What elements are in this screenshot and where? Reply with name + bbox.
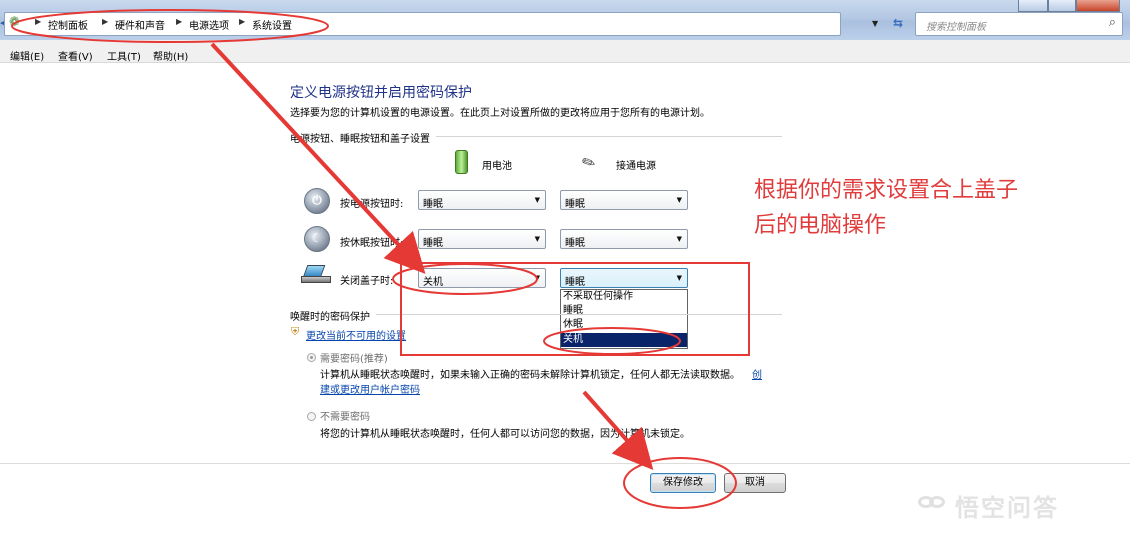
- breadcrumb-item[interactable]: 电源选项: [189, 17, 229, 32]
- select-value: 睡眠: [565, 277, 585, 288]
- cancel-button[interactable]: 取消: [724, 473, 786, 493]
- search-input[interactable]: 搜索控制面板 ⌕: [915, 12, 1123, 36]
- close-lid-dropdown-list: 不采取任何操作 睡眠 休眠 关机: [560, 289, 688, 349]
- select-value: 睡眠: [565, 238, 585, 249]
- select-value: 睡眠: [423, 238, 443, 249]
- select-value: 关机: [423, 277, 443, 288]
- power-button-battery-select[interactable]: 睡眠 ▼: [418, 190, 546, 210]
- power-button-plugged-select[interactable]: 睡眠 ▼: [560, 190, 688, 210]
- laptop-lid-icon: [301, 265, 331, 283]
- breadcrumb-item[interactable]: 硬件和声音: [115, 17, 165, 32]
- chevron-right-icon: ▶: [176, 17, 183, 26]
- footer-divider: [0, 463, 1130, 464]
- select-value: 睡眠: [423, 199, 443, 210]
- sleep-button-plugged-select[interactable]: 睡眠 ▼: [560, 229, 688, 249]
- search-placeholder: 搜索控制面板: [926, 22, 986, 33]
- refresh-icon[interactable]: ⇆: [893, 16, 903, 30]
- shield-icon: ⛨: [291, 325, 300, 338]
- dropdown-option-shutdown[interactable]: 关机: [561, 333, 687, 347]
- chevron-down-icon: ▼: [676, 196, 682, 204]
- dropdown-option-hibernate[interactable]: 休眠: [561, 318, 687, 332]
- chevron-right-icon: ▶: [102, 17, 109, 26]
- maximize-button[interactable]: [1048, 0, 1076, 12]
- require-password-label: 需要密码(推荐): [320, 354, 388, 365]
- search-icon[interactable]: ⌕: [1109, 15, 1116, 30]
- dropdown-option-do-nothing[interactable]: 不采取任何操作: [561, 290, 687, 304]
- change-settings-link[interactable]: 更改当前不可用的设置: [306, 327, 406, 342]
- row-label-sleep-button: 按休眠按钮时:: [340, 238, 404, 249]
- require-password-radio[interactable]: [307, 353, 316, 362]
- column-plugged-in: 接通电源: [616, 161, 656, 172]
- row-label-power-button: 按电源按钮时:: [340, 199, 404, 210]
- section-title-power: 电源按钮、睡眠按钮和盖子设置: [290, 130, 436, 145]
- chevron-down-icon: ▼: [676, 274, 682, 282]
- no-password-description: 将您的计算机从睡眠状态唤醒时，任何人都可以访问您的数据，因为计算机未锁定。: [320, 429, 690, 440]
- select-value: 睡眠: [565, 199, 585, 210]
- create-password-link-cont[interactable]: 建或更改用户帐户密码: [320, 381, 420, 396]
- chevron-right-icon: ▶: [239, 17, 246, 26]
- create-password-link[interactable]: 创: [752, 366, 762, 381]
- watermark-text: 悟空问答: [955, 494, 1059, 522]
- breadcrumb-item[interactable]: 系统设置: [252, 17, 292, 32]
- chevron-right-icon: ▶: [35, 17, 42, 26]
- annotation-text-line1: 根据你的需求设置合上盖子: [754, 178, 1019, 203]
- close-lid-plugged-select[interactable]: 睡眠 ▼: [560, 268, 688, 288]
- chevron-down-icon: ▼: [534, 196, 540, 204]
- address-bar[interactable]: ❁ ▶ 控制面板 ▶ 硬件和声音 ▶ 电源选项 ▶ 系统设置: [4, 12, 841, 36]
- close-lid-battery-select[interactable]: 关机 ▼: [418, 268, 546, 288]
- menu-bar: 编辑(E) 查看(V) 工具(T) 帮助(H): [0, 40, 1130, 63]
- no-password-label: 不需要密码: [320, 412, 370, 423]
- page-title: 定义电源按钮并启用密码保护: [290, 85, 472, 101]
- row-label-close-lid: 关闭盖子时:: [340, 276, 394, 287]
- chevron-down-icon: ▼: [534, 274, 540, 282]
- menu-tools[interactable]: 工具(T): [107, 48, 141, 63]
- sleep-button-battery-select[interactable]: 睡眠 ▼: [418, 229, 546, 249]
- menu-help[interactable]: 帮助(H): [153, 48, 188, 63]
- dropdown-option-sleep[interactable]: 睡眠: [561, 304, 687, 318]
- chevron-down-icon: ▼: [676, 235, 682, 243]
- section-title-password: 唤醒时的密码保护: [290, 308, 376, 323]
- require-password-description: 计算机从睡眠状态唤醒时，如果未输入正确的密码未解除计算机锁定，任何人都无法读取数…: [320, 370, 740, 381]
- menu-edit[interactable]: 编辑(E): [10, 48, 44, 63]
- window-controls: [1018, 0, 1120, 12]
- page-description: 选择要为您的计算机设置的电源设置。在此页上对设置所做的更改将应用于您所有的电源计…: [290, 108, 710, 119]
- breadcrumb-item[interactable]: 控制面板: [48, 17, 88, 32]
- address-history-dropdown-icon[interactable]: ▼: [872, 19, 878, 28]
- control-panel-icon: ❁: [9, 15, 20, 30]
- sleep-button-icon: ☾: [304, 226, 330, 252]
- minimize-button[interactable]: [1018, 0, 1048, 12]
- annotation-text-line2: 后的电脑操作: [754, 213, 887, 238]
- chevron-down-icon: ▼: [534, 235, 540, 243]
- close-button[interactable]: [1076, 0, 1120, 12]
- menu-view[interactable]: 查看(V): [58, 48, 93, 63]
- no-password-radio[interactable]: [307, 412, 316, 421]
- watermark-logo: [918, 492, 946, 512]
- column-battery: 用电池: [482, 161, 512, 172]
- save-button[interactable]: 保存修改: [650, 473, 716, 493]
- power-button-icon: ⏻: [304, 188, 330, 214]
- power-plug-icon: ✎: [578, 151, 599, 174]
- battery-icon: [455, 150, 468, 174]
